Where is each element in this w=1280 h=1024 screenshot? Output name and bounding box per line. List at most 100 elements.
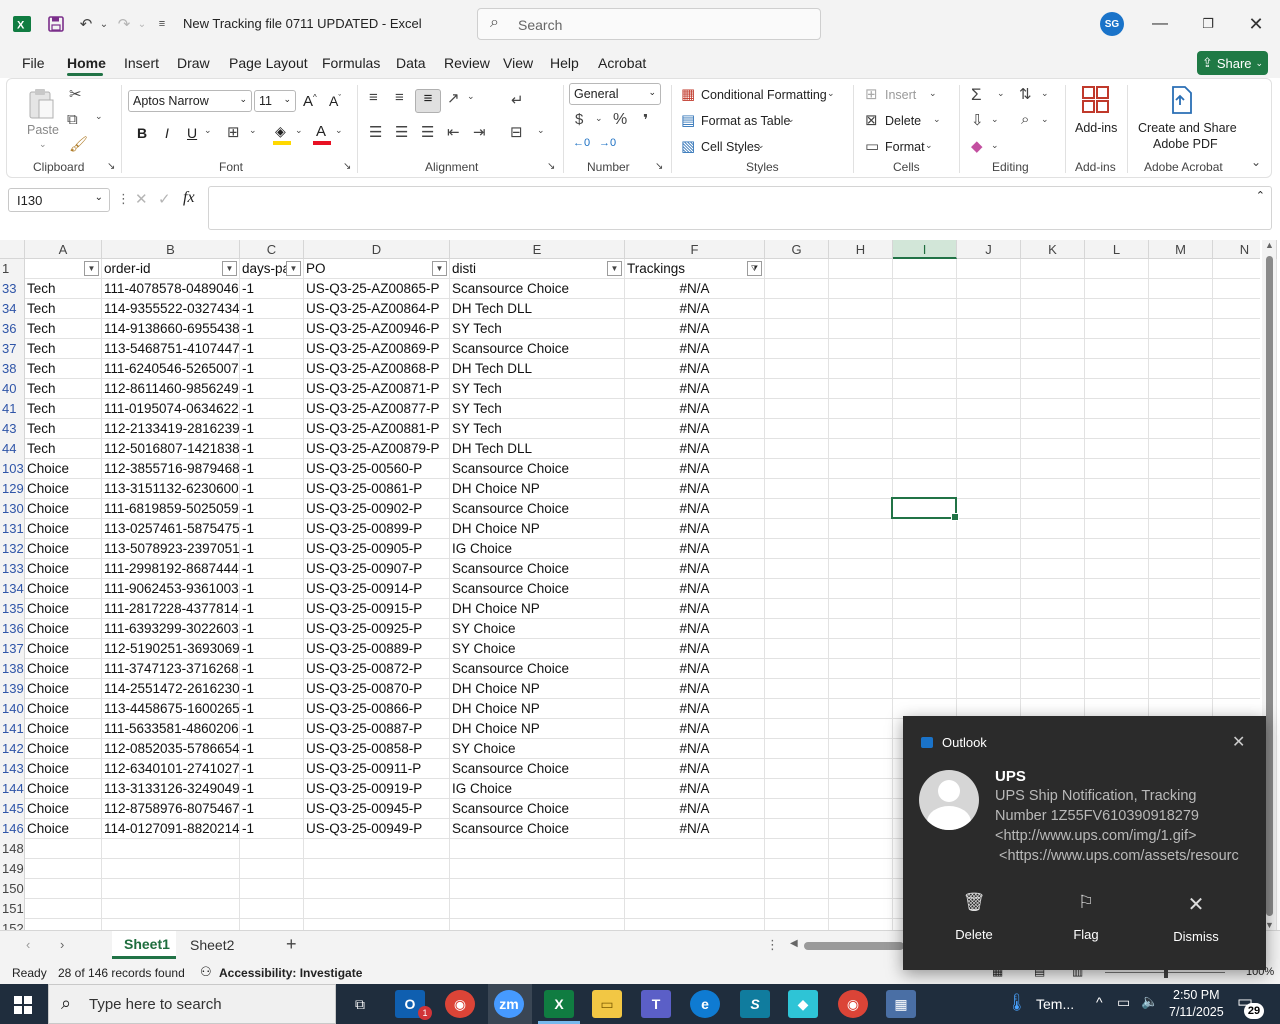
font-color-dropdown-icon[interactable]: ⌄: [335, 125, 343, 136]
cell-l[interactable]: [1085, 359, 1149, 379]
cell-e[interactable]: SY Choice: [450, 619, 625, 639]
orientation-dropdown-icon[interactable]: ⌄: [467, 91, 475, 102]
cell-j[interactable]: [957, 439, 1021, 459]
underline-dropdown-icon[interactable]: ⌄: [204, 125, 212, 136]
cell-b[interactable]: 111-4078578-0489046: [102, 279, 240, 299]
number-format-combo[interactable]: General ⌄: [569, 83, 661, 105]
cell-a[interactable]: Choice: [25, 519, 102, 539]
cell-k[interactable]: [1021, 659, 1085, 679]
cell-h[interactable]: [829, 259, 893, 279]
insert-cells-dropdown-icon[interactable]: ⌄: [929, 88, 937, 99]
filter-active-icon[interactable]: ⧩: [747, 261, 762, 276]
share-button[interactable]: ⇪ Share ⌄: [1197, 51, 1268, 75]
row-header[interactable]: 40: [0, 379, 25, 399]
insert-cells-icon[interactable]: ⊞: [865, 85, 878, 103]
cell-e[interactable]: Scansource Choice: [450, 339, 625, 359]
row-header[interactable]: 132: [0, 539, 25, 559]
cell-l[interactable]: [1085, 579, 1149, 599]
cell-h[interactable]: [829, 659, 893, 679]
clock-date[interactable]: 7/11/2025: [1169, 1005, 1224, 1019]
taskbar-search[interactable]: ⌕ Type here to search: [48, 984, 336, 1024]
cell-g[interactable]: [765, 559, 829, 579]
cell-f[interactable]: [625, 899, 765, 919]
restore-icon[interactable]: ❐: [1193, 10, 1223, 38]
clear-icon[interactable]: ◆: [971, 137, 983, 155]
cell-m[interactable]: [1149, 339, 1213, 359]
cell-i[interactable]: [893, 379, 957, 399]
format-table-dropdown-icon[interactable]: ⌄: [787, 114, 795, 125]
cell-a[interactable]: Tech: [25, 379, 102, 399]
cell-c[interactable]: -1: [240, 639, 304, 659]
borders-dropdown-icon[interactable]: ⌄: [249, 125, 257, 136]
cell-g[interactable]: [765, 699, 829, 719]
cell-f[interactable]: #N/A: [625, 279, 765, 299]
expand-formula-icon[interactable]: ⌃: [1256, 189, 1265, 202]
cell-k[interactable]: [1021, 299, 1085, 319]
tab-insert[interactable]: Insert: [124, 55, 159, 71]
cell-g[interactable]: [765, 779, 829, 799]
cell-h[interactable]: [829, 499, 893, 519]
tab-view[interactable]: View: [503, 55, 533, 71]
cell-h[interactable]: [829, 719, 893, 739]
cell-d[interactable]: US-Q3-25-00861-P: [304, 479, 450, 499]
cell-a[interactable]: Choice: [25, 459, 102, 479]
tab-home[interactable]: Home: [67, 55, 106, 71]
cell-k[interactable]: [1021, 539, 1085, 559]
row-header[interactable]: 33: [0, 279, 25, 299]
increase-indent-icon[interactable]: ⇥: [473, 123, 486, 141]
align-left-icon[interactable]: ☰: [369, 123, 382, 141]
delete-cells-icon[interactable]: ⊠: [865, 111, 878, 129]
cell-i[interactable]: [893, 479, 957, 499]
cell-c[interactable]: -1: [240, 299, 304, 319]
next-sheet-icon[interactable]: ›: [60, 937, 64, 952]
cell-g[interactable]: [765, 739, 829, 759]
add-ins-icon[interactable]: [1081, 85, 1111, 115]
cell-l[interactable]: [1085, 379, 1149, 399]
cell-e[interactable]: SY Tech: [450, 319, 625, 339]
cell-d[interactable]: US-Q3-25-AZ00864-P: [304, 299, 450, 319]
cell-e[interactable]: [450, 859, 625, 879]
cell-i[interactable]: [893, 639, 957, 659]
cell-h[interactable]: [829, 539, 893, 559]
paste-dropdown-icon[interactable]: ⌄: [39, 139, 47, 150]
row-header[interactable]: 144: [0, 779, 25, 799]
row-header[interactable]: 139: [0, 679, 25, 699]
cell-j[interactable]: [957, 259, 1021, 279]
cell-i[interactable]: [893, 519, 957, 539]
cell-c[interactable]: -1: [240, 459, 304, 479]
cell-i[interactable]: [893, 579, 957, 599]
cell-e[interactable]: Scansource Choice: [450, 459, 625, 479]
column-header-a[interactable]: A: [25, 240, 102, 259]
column-header-j[interactable]: J: [957, 240, 1021, 259]
cell-c[interactable]: -1: [240, 739, 304, 759]
cell-l[interactable]: [1085, 539, 1149, 559]
cell-l[interactable]: [1085, 639, 1149, 659]
cell-b[interactable]: [102, 879, 240, 899]
cell-f[interactable]: #N/A: [625, 379, 765, 399]
find-select-icon[interactable]: ⌕: [1021, 111, 1029, 128]
cell-h[interactable]: [829, 399, 893, 419]
cell-a[interactable]: Choice: [25, 559, 102, 579]
tab-help[interactable]: Help: [550, 55, 579, 71]
save-icon[interactable]: [44, 12, 68, 36]
cell-l[interactable]: [1085, 419, 1149, 439]
close-icon[interactable]: ✕: [1241, 10, 1271, 38]
chrome-profile-taskbar-icon[interactable]: ◉: [838, 990, 868, 1018]
cell-i[interactable]: [893, 359, 957, 379]
row-header[interactable]: 150: [0, 879, 25, 899]
tab-data[interactable]: Data: [396, 55, 426, 71]
cell-g[interactable]: [765, 439, 829, 459]
cell-a[interactable]: Choice: [25, 479, 102, 499]
align-top-icon[interactable]: ≡: [369, 89, 378, 106]
fill-dropdown-icon[interactable]: ⌄: [991, 114, 999, 125]
cell-e[interactable]: [450, 899, 625, 919]
borders-icon[interactable]: ⊞: [227, 123, 240, 141]
cell-h[interactable]: [829, 679, 893, 699]
cell-g[interactable]: [765, 479, 829, 499]
row-header[interactable]: 149: [0, 859, 25, 879]
cell-g[interactable]: [765, 599, 829, 619]
cell-g[interactable]: [765, 339, 829, 359]
cell-f[interactable]: #N/A: [625, 459, 765, 479]
row-header[interactable]: 133: [0, 559, 25, 579]
cell-j[interactable]: [957, 299, 1021, 319]
